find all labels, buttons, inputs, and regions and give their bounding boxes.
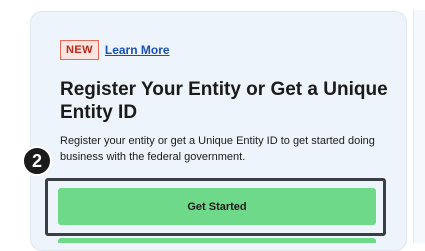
card-description: Register your entity or get a Unique Ent… bbox=[60, 135, 375, 163]
adjacent-panel-edge bbox=[413, 10, 425, 243]
card-title: Register Your Entity or Get a Unique Ent… bbox=[60, 79, 388, 123]
secondary-button-edge[interactable] bbox=[58, 238, 376, 243]
get-started-button[interactable]: Get Started bbox=[58, 188, 376, 225]
new-badge: NEW bbox=[60, 40, 99, 60]
card-header-row: NEW Learn More bbox=[60, 40, 170, 60]
step-number-badge: 2 bbox=[22, 146, 52, 176]
learn-more-link[interactable]: Learn More bbox=[105, 43, 170, 57]
